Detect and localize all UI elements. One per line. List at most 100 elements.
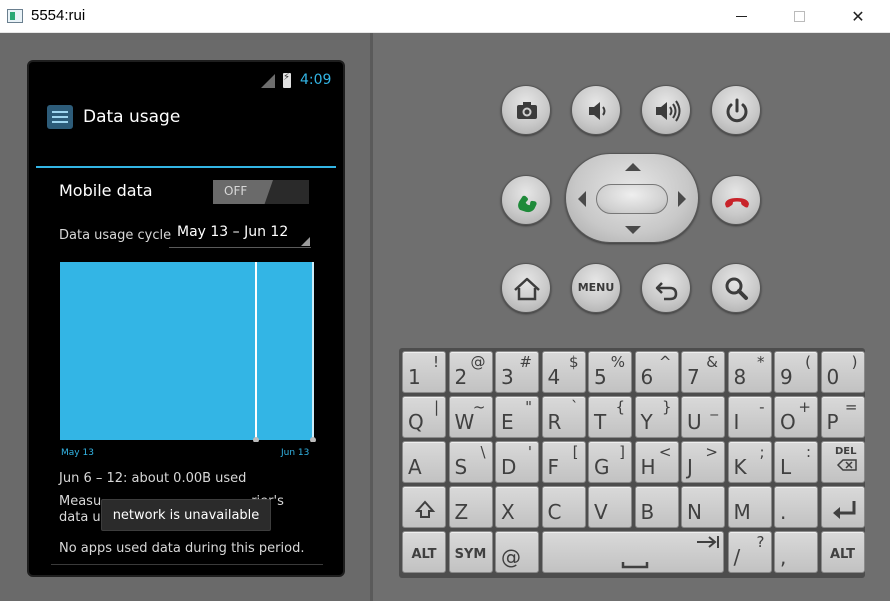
key-u[interactable]: U _ (681, 396, 725, 438)
key-b[interactable]: B (634, 486, 679, 528)
key-8[interactable]: 8 * (727, 351, 772, 393)
key-s[interactable]: S \ (448, 441, 493, 483)
minimize-button[interactable] (718, 0, 764, 33)
volume-down-button[interactable] (571, 85, 621, 135)
key-r[interactable]: R ` (541, 396, 586, 438)
key-k[interactable]: K; (727, 441, 772, 483)
key-3[interactable]: 3 # (495, 351, 539, 393)
key-t[interactable]: T{ (588, 396, 632, 438)
key-main-label: F (547, 455, 560, 479)
key-main-label: O (780, 410, 796, 434)
dpad-up-icon[interactable] (625, 163, 641, 171)
alt-left-key[interactable]: ALT (402, 531, 446, 573)
key-1[interactable]: 1! (402, 351, 446, 393)
space-key[interactable] (541, 531, 724, 573)
sym-key[interactable]: SYM (448, 531, 493, 573)
dpad[interactable] (565, 153, 699, 243)
key-n[interactable]: N (681, 486, 725, 528)
key-alt-label: % (610, 353, 625, 371)
end-call-button[interactable] (711, 175, 761, 225)
mobile-data-toggle[interactable]: OFF (213, 180, 309, 204)
key-main-label: I (733, 410, 740, 434)
key-main-label: S (454, 455, 468, 479)
key-p[interactable]: P = (820, 396, 865, 438)
key-j[interactable]: J > (681, 441, 725, 483)
key-main-label: G (594, 455, 610, 479)
slash-key[interactable]: /? (727, 531, 772, 573)
key-d[interactable]: D ' (495, 441, 539, 483)
key-main-label: U (687, 410, 702, 434)
hardware-keyboard: 1! 2 @3 #4 $5% 6 ^ 7 & 8 * 9(0) Q | W ~ E " R ` T{Y} U _ I - O + P =… (399, 348, 865, 578)
cycle-label: Data usage cycle (59, 228, 172, 243)
key-h[interactable]: H < (634, 441, 679, 483)
key-alt-label: ] (619, 443, 625, 461)
key-2[interactable]: 2 @ (448, 351, 493, 393)
key-o[interactable]: O + (774, 396, 818, 438)
key-main-label: 6 (640, 365, 654, 389)
key-alt-label: ~ (472, 398, 486, 416)
key-y[interactable]: Y} (634, 396, 679, 438)
key-main-label: . (780, 500, 787, 524)
key-x[interactable]: X (495, 486, 539, 528)
key-main-label: K (733, 455, 747, 479)
key-alt-label: ( (805, 353, 811, 371)
key-4[interactable]: 4 $ (541, 351, 586, 393)
key-l[interactable]: L: (774, 441, 818, 483)
data-usage-settings-icon[interactable] (47, 105, 73, 129)
action-bar-underline (36, 166, 336, 168)
key-alt-label: $ (568, 353, 579, 371)
key-g[interactable]: G] (588, 441, 632, 483)
dpad-down-icon[interactable] (625, 226, 641, 234)
phone-icon (518, 195, 537, 213)
status-bar: 4:09 (29, 62, 343, 98)
key-9[interactable]: 9( (774, 351, 818, 393)
sym-label: SYM (454, 547, 487, 562)
key-v[interactable]: V (588, 486, 632, 528)
back-button[interactable] (641, 263, 691, 313)
comma-key[interactable]: , (774, 531, 818, 573)
key-a[interactable]: A (402, 441, 446, 483)
alt-right-label: ALT (829, 547, 856, 562)
call-button[interactable] (501, 175, 551, 225)
device-screen[interactable]: 4:09 Data usage Mobile data OFF Data usa… (27, 60, 345, 577)
menu-button[interactable]: MENU (571, 263, 621, 313)
dpad-center-button[interactable] (596, 184, 668, 214)
at-key[interactable]: @ (495, 531, 539, 573)
key-7[interactable]: 7 & (681, 351, 725, 393)
key-m[interactable]: M (727, 486, 772, 528)
key-main-label: W (454, 410, 475, 434)
key-6[interactable]: 6 ^ (634, 351, 679, 393)
key-alt-label: # (519, 353, 532, 371)
dpad-left-icon[interactable] (578, 191, 586, 207)
close-button[interactable]: ✕ (835, 0, 881, 33)
camera-button[interactable] (501, 85, 551, 135)
volume-up-button[interactable] (641, 85, 691, 135)
key-5[interactable]: 5% (588, 351, 632, 393)
key-c[interactable]: C (541, 486, 586, 528)
home-button[interactable] (501, 263, 551, 313)
minimize-icon (735, 16, 747, 17)
cycle-spinner[interactable]: May 13 – Jun 12 (169, 220, 311, 248)
dpad-right-icon[interactable] (678, 191, 686, 207)
key-q[interactable]: Q | (402, 396, 446, 438)
shift-key[interactable] (402, 486, 446, 528)
key-.[interactable]: . (774, 486, 818, 528)
key-f[interactable]: F[ (541, 441, 586, 483)
alt-right-key[interactable]: ALT (820, 531, 865, 573)
key-w[interactable]: W ~ (448, 396, 493, 438)
volume-down-icon (589, 102, 606, 120)
maximize-button[interactable] (776, 0, 822, 33)
key-e[interactable]: E " (495, 396, 539, 438)
comma-label: , (780, 545, 787, 569)
enter-key[interactable] (820, 486, 865, 528)
data-usage-chart[interactable] (60, 262, 316, 442)
key-i[interactable]: I- (727, 396, 772, 438)
toast-text: network is unavailable (112, 508, 260, 523)
key-main-label: 5 (594, 365, 607, 389)
key-z[interactable]: Z (448, 486, 493, 528)
key-main-label: T (594, 410, 607, 434)
power-button[interactable] (711, 85, 761, 135)
search-button[interactable] (711, 263, 761, 313)
delete-key[interactable]: DEL (820, 441, 865, 483)
key-0[interactable]: 0) (820, 351, 865, 393)
